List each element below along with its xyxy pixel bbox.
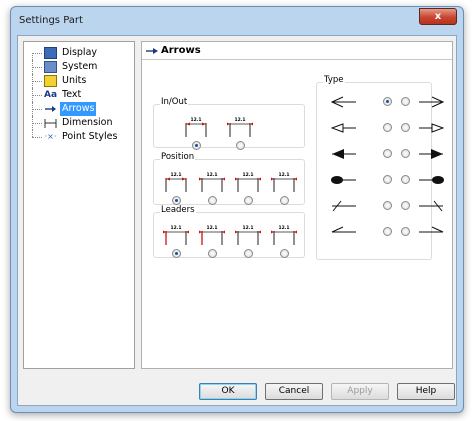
closed-arrow-icon [330, 121, 357, 135]
open-arrow-icon [418, 95, 445, 109]
dimension-preview-icon: 12.1 [162, 223, 190, 249]
svg-text:12.1: 12.1 [278, 225, 289, 231]
type-row-6-left-radio[interactable] [383, 227, 392, 236]
tree-item-label: Dimension [62, 117, 113, 128]
type-row-6-right-radio[interactable] [401, 227, 410, 236]
type-row-3-right-radio[interactable] [401, 149, 410, 158]
settings-window: Settings Part x Display System Units Aa … [10, 6, 464, 413]
tree-item-system[interactable]: System [24, 60, 132, 74]
tree-item-display[interactable]: Display [24, 46, 132, 60]
tree-item-label: Units [62, 75, 87, 86]
type-row-3-left-radio[interactable] [383, 149, 392, 158]
open-arrow-icon [330, 95, 357, 109]
half-arrow-icon [331, 225, 357, 239]
type-group-label: Type [323, 75, 345, 85]
window-title: Settings Part [19, 15, 83, 26]
leaders-option-4-radio[interactable] [280, 249, 289, 258]
svg-text:12.1: 12.1 [278, 172, 289, 178]
tree-item-label: Arrows [60, 102, 97, 116]
title-bar[interactable]: Settings Part x [11, 7, 463, 35]
leaders-option-2-radio[interactable] [208, 249, 217, 258]
tree-item-dimension[interactable]: Dimension [24, 116, 132, 130]
arrow-icon [146, 45, 158, 57]
filled-dot-icon [418, 173, 444, 187]
half-arrow-icon [418, 225, 444, 239]
svg-text:12.1: 12.1 [206, 172, 217, 178]
type-row-2-left-radio[interactable] [383, 123, 392, 132]
type-row-2-right-radio[interactable] [401, 123, 410, 132]
inout-group-label: In/Out [160, 97, 189, 107]
display-icon [44, 47, 57, 59]
position-option-2-radio[interactable] [208, 196, 217, 205]
dimension-preview-icon: 12.1 [162, 170, 190, 196]
dimension-preview-icon: 12.1 [234, 170, 262, 196]
closed-arrow-icon [418, 121, 445, 135]
filled-arrow-icon [331, 147, 357, 161]
tree-item-text[interactable]: Aa Text [24, 88, 132, 102]
cancel-button[interactable]: Cancel [265, 383, 323, 400]
position-option-1-radio[interactable] [172, 196, 181, 205]
tree-item-label: Text [62, 89, 82, 100]
close-icon: x [434, 11, 442, 22]
svg-text:12.1: 12.1 [234, 117, 245, 123]
arrows-panel: Arrows In/Out Position Leaders Type 12.1… [141, 41, 453, 369]
type-row-1-left-radio[interactable] [383, 97, 392, 106]
close-button[interactable]: x [419, 8, 457, 25]
svg-text:12.1: 12.1 [242, 225, 253, 231]
filled-dot-icon [331, 173, 357, 187]
slash-icon [331, 199, 357, 213]
position-group-label: Position [160, 152, 196, 162]
type-row-4-right-radio[interactable] [401, 175, 410, 184]
svg-text:12.1: 12.1 [206, 225, 217, 231]
type-row-5-left-radio[interactable] [383, 201, 392, 210]
dimension-preview-icon: 12.1 [226, 115, 254, 141]
point-styles-icon: ·×· [44, 132, 57, 141]
tree-item-arrows[interactable]: Arrows [24, 102, 132, 116]
filled-arrow-icon [418, 147, 444, 161]
inout-option-2-radio[interactable] [236, 141, 245, 150]
svg-text:12.1: 12.1 [242, 172, 253, 178]
inout-option-1-radio[interactable] [192, 141, 201, 150]
dimension-preview-icon: 12.1 [234, 223, 262, 249]
dimension-preview-icon: 12.1 [182, 115, 210, 141]
tree-item-units[interactable]: Units [24, 74, 132, 88]
leaders-option-3-radio[interactable] [244, 249, 253, 258]
dimension-preview-icon: 12.1 [270, 223, 298, 249]
panel-title: Arrows [161, 45, 201, 56]
dimension-preview-icon: 12.1 [198, 223, 226, 249]
tree-item-label: Point Styles [62, 131, 118, 142]
dimension-icon [44, 117, 57, 129]
tree-item-label: System [62, 61, 98, 72]
svg-text:12.1: 12.1 [170, 172, 181, 178]
position-option-3-radio[interactable] [244, 196, 253, 205]
type-row-4-left-radio[interactable] [383, 175, 392, 184]
ruler-icon [44, 75, 57, 87]
apply-button[interactable]: Apply [331, 383, 389, 400]
leaders-group-label: Leaders [160, 205, 196, 215]
system-icon [44, 61, 57, 73]
settings-tree: Display System Units Aa Text Arrows Dime… [23, 41, 135, 369]
type-row-1-right-radio[interactable] [401, 97, 410, 106]
dialog-client: Display System Units Aa Text Arrows Dime… [17, 35, 457, 406]
arrow-icon [44, 103, 57, 115]
help-button[interactable]: Help [397, 383, 455, 400]
slash-icon [418, 199, 444, 213]
panel-header: Arrows [142, 42, 452, 60]
leaders-option-1-radio[interactable] [172, 249, 181, 258]
dimension-preview-icon: 12.1 [270, 170, 298, 196]
type-row-5-right-radio[interactable] [401, 201, 410, 210]
ok-button[interactable]: OK [199, 383, 257, 400]
dimension-preview-icon: 12.1 [198, 170, 226, 196]
tree-item-point-styles[interactable]: ·×· Point Styles [24, 130, 132, 144]
text-icon: Aa [44, 90, 58, 100]
position-option-4-radio[interactable] [280, 196, 289, 205]
tree-item-label: Display [62, 47, 98, 58]
svg-text:12.1: 12.1 [170, 225, 181, 231]
svg-text:12.1: 12.1 [190, 117, 201, 123]
